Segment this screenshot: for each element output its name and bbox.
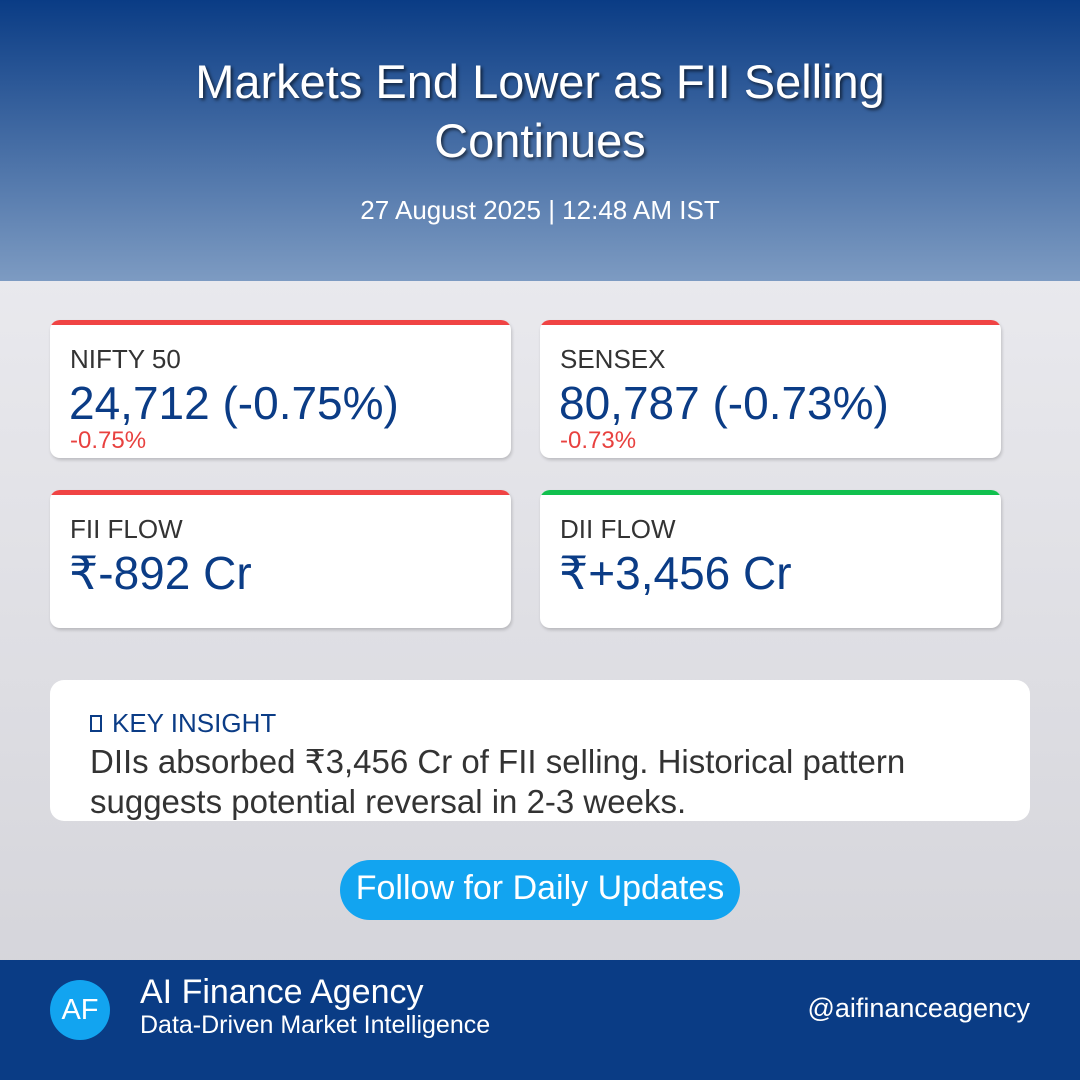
card-label: DII FLOW [560,514,676,544]
card-sensex: SENSEX 80,787 (-0.73%) -0.73% [540,320,1001,458]
card-accent-bar [540,320,1001,325]
header-banner: Markets End Lower as FII Selling Continu… [0,0,1080,281]
insight-body: DIIs absorbed ₹3,456 Cr of FII selling. … [90,743,906,820]
insight-heading: KEY INSIGHT [90,708,276,739]
insight-title: KEY INSIGHT [112,708,277,738]
follow-button[interactable]: Follow for Daily Updates [340,860,740,920]
footer: AF AI Finance Agency Data-Driven Market … [0,960,1080,1080]
avatar: AF [50,980,110,1040]
card-change: -0.75% [70,427,147,454]
dateline: 27 August 2025 | 12:48 AM IST [360,195,720,225]
card-label: FII FLOW [70,514,183,544]
card-accent-bar [50,490,511,495]
card-accent-bar [540,490,1001,495]
card-label: NIFTY 50 [70,344,181,374]
card-label: SENSEX [560,344,666,374]
card-nifty: NIFTY 50 24,712 (-0.75%) -0.75% [50,320,511,458]
card-accent-bar [50,320,511,325]
key-insight-panel: KEY INSIGHT DIIs absorbed ₹3,456 Cr of F… [50,680,1030,821]
box-icon [90,715,102,732]
card-dii-flow: DII FLOW ₹+3,456 Cr [540,490,1001,628]
card-change: -0.73% [560,427,637,454]
page-title: Markets End Lower as FII Selling Continu… [195,55,885,167]
card-value: ₹-892 Cr [69,547,252,599]
social-handle[interactable]: @aifinanceagency [807,993,1030,1024]
card-value: ₹+3,456 Cr [559,547,792,599]
card-value: 24,712 (-0.75%) [69,377,399,429]
brand-tagline: Data-Driven Market Intelligence [140,1011,491,1039]
card-value: 80,787 (-0.73%) [559,377,889,429]
brand-name: AI Finance Agency [140,973,424,1011]
card-fii-flow: FII FLOW ₹-892 Cr [50,490,511,628]
